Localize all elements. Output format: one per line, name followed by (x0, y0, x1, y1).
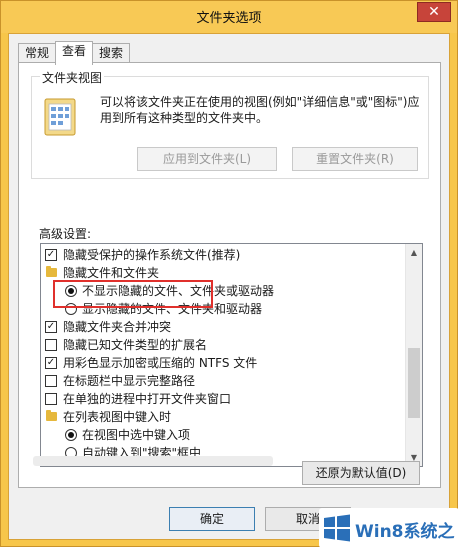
item-label: 在视图中选中键入项 (82, 428, 191, 442)
close-icon: ✕ (428, 4, 440, 20)
close-button[interactable]: ✕ (417, 2, 451, 22)
tab-strip: 常规 查看 搜索 (18, 41, 131, 65)
checkbox-hide-protected-os-files[interactable]: ✓ (45, 249, 57, 261)
list-item[interactable]: ✓ 隐藏受保护的操作系统文件(推荐) (41, 246, 406, 264)
item-label: 隐藏文件夹合并冲突 (63, 320, 172, 334)
highlight-box (53, 280, 213, 308)
item-label: 隐藏已知文件类型的扩展名 (63, 338, 208, 352)
ok-button[interactable]: 确定 (169, 507, 255, 531)
tab-search[interactable]: 搜索 (92, 43, 131, 64)
advanced-settings-items: ✓ 隐藏受保护的操作系统文件(推荐) 隐藏文件和文件夹 不显示隐藏的文件、文件夹… (41, 244, 406, 460)
obscured-row (33, 456, 273, 466)
windows-logo-icon (324, 514, 350, 542)
tab-view[interactable]: 查看 (55, 41, 94, 65)
list-item[interactable]: 在视图中选中键入项 (41, 426, 406, 444)
vertical-scrollbar[interactable]: ▲ ▼ (405, 244, 422, 466)
view-tab-panel: 文件夹视图 可以将该文件夹正在使用的视图(例如"详细信息"或"图标")应用到所有… (18, 62, 441, 488)
item-label: 隐藏受保护的操作系统文件(推荐) (63, 248, 241, 262)
radio-select-typed-item[interactable] (65, 429, 77, 441)
scroll-thumb[interactable] (408, 348, 420, 418)
watermark: Win8系统之家 (319, 508, 458, 547)
list-item[interactable]: 在列表视图中键入时 (41, 408, 406, 426)
folder-options-window: 文件夹选项 ✕ 常规 查看 搜索 文件夹视图 可以将该文件夹正在使用的视图(例如… (0, 0, 458, 547)
advanced-settings-list[interactable]: ✓ 隐藏受保护的操作系统文件(推荐) 隐藏文件和文件夹 不显示隐藏的文件、文件夹… (40, 243, 423, 467)
watermark-text: Win8系统之家 (355, 522, 455, 542)
folder-view-icon (44, 98, 76, 136)
scroll-up-icon[interactable]: ▲ (406, 244, 422, 261)
item-label: 用彩色显示加密或压缩的 NTFS 文件 (63, 356, 258, 370)
list-item[interactable]: 在标题栏中显示完整路径 (41, 372, 406, 390)
folder-views-legend: 文件夹视图 (40, 69, 105, 86)
title-bar[interactable]: 文件夹选项 ✕ (1, 1, 457, 33)
advanced-settings-label: 高级设置: (39, 227, 92, 241)
folder-icon (46, 266, 57, 277)
checkbox-hide-extensions[interactable] (45, 339, 57, 351)
folder-views-description: 可以将该文件夹正在使用的视图(例如"详细信息"或"图标")应用到所有这种类型的文… (100, 95, 420, 125)
apply-to-folders-button[interactable]: 应用到文件夹(L) (137, 147, 277, 171)
tab-general[interactable]: 常规 (18, 43, 57, 64)
item-label: 在列表视图中键入时 (63, 410, 172, 424)
folder-views-group: 文件夹视图 可以将该文件夹正在使用的视图(例如"详细信息"或"图标")应用到所有… (31, 69, 429, 179)
item-label: 在单独的进程中打开文件夹窗口 (63, 392, 232, 406)
list-item[interactable]: ✓ 用彩色显示加密或压缩的 NTFS 文件 (41, 354, 406, 372)
list-item[interactable]: 在单独的进程中打开文件夹窗口 (41, 390, 406, 408)
checkbox-full-path-title[interactable] (45, 375, 57, 387)
restore-defaults-button[interactable]: 还原为默认值(D) (302, 461, 420, 485)
list-item[interactable]: ✓ 隐藏文件夹合并冲突 (41, 318, 406, 336)
reset-folders-button[interactable]: 重置文件夹(R) (292, 147, 418, 171)
folder-icon (46, 410, 57, 421)
checkbox-separate-process[interactable] (45, 393, 57, 405)
checkbox-color-ntfs-files[interactable]: ✓ (45, 357, 57, 369)
window-title: 文件夹选项 (196, 11, 262, 26)
item-label: 在标题栏中显示完整路径 (63, 374, 196, 388)
checkbox-hide-folder-merge-conflicts[interactable]: ✓ (45, 321, 57, 333)
list-item[interactable]: 隐藏已知文件类型的扩展名 (41, 336, 406, 354)
